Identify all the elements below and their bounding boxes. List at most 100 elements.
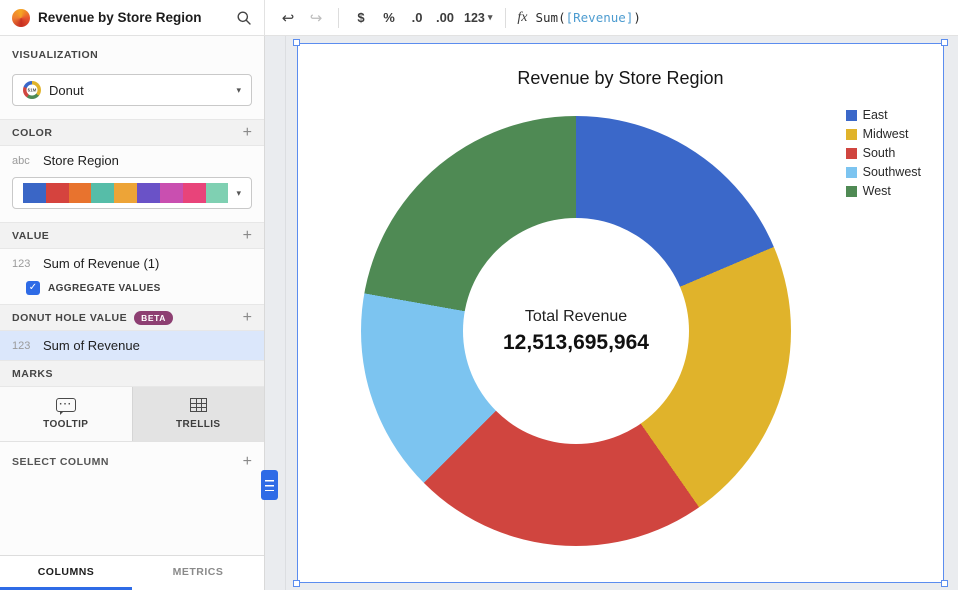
chart-legend: East Midwest South Southwest West — [846, 108, 921, 203]
legend-label: South — [863, 146, 896, 160]
marks-tabs: ··· TOOLTIP TRELLIS — [0, 387, 264, 442]
legend-item[interactable]: East — [846, 108, 921, 122]
formatting-toolbar: ↩ ↪ $ % .0 .00 123 ▾ fx Sum([Revenue]) — [265, 0, 958, 35]
legend-item[interactable]: Southwest — [846, 165, 921, 179]
donut-center-label: Total Revenue — [525, 308, 627, 326]
beta-badge: BETA — [134, 311, 173, 325]
number-type-icon: 123 — [12, 340, 34, 352]
palette-swatch — [46, 183, 69, 203]
aggregate-values-row[interactable]: ✓ AGGREGATE VALUES — [0, 278, 264, 304]
currency-format-button[interactable]: $ — [348, 5, 374, 31]
donut-center-value: 12,513,695,964 — [503, 331, 649, 355]
marks-section-header: MARKS — [0, 360, 264, 387]
redo-button[interactable]: ↪ — [303, 5, 329, 31]
legend-swatch — [846, 186, 857, 197]
tab-tooltip[interactable]: ··· TOOLTIP — [0, 387, 132, 441]
legend-item[interactable]: Midwest — [846, 127, 921, 141]
chart-title: Revenue by Store Region — [298, 68, 943, 89]
text-type-icon: abc — [12, 155, 34, 167]
legend-swatch — [846, 167, 857, 178]
legend-label: West — [863, 184, 891, 198]
select-column-label: SELECT COLUMN — [12, 456, 109, 468]
undo-button[interactable]: ↩ — [275, 5, 301, 31]
canvas-gutter-line — [285, 36, 286, 590]
grip-lines-icon — [265, 480, 274, 491]
workbook-canvas: Revenue by Store Region East Midwest South… — [265, 36, 958, 590]
percent-format-button[interactable]: % — [376, 5, 402, 31]
toolbar-divider — [505, 8, 506, 28]
palette-swatch — [137, 183, 160, 203]
add-value-button[interactable]: + — [243, 228, 252, 244]
palette-swatch — [23, 183, 46, 203]
workbook-title: Revenue by Store Region — [38, 10, 228, 25]
tab-trellis[interactable]: TRELLIS — [132, 387, 265, 441]
topbar: Revenue by Store Region ↩ ↪ $ % .0 .00 1… — [0, 0, 958, 36]
aggregate-values-label: AGGREGATE VALUES — [48, 283, 161, 294]
add-color-button[interactable]: + — [243, 125, 252, 141]
selection-handle-bottom-right[interactable] — [941, 580, 948, 587]
number-type-icon: 123 — [12, 258, 34, 270]
number-format-dropdown[interactable]: 123 ▾ — [460, 5, 496, 31]
tab-metrics[interactable]: METRICS — [132, 556, 264, 590]
panel-bottom-tabs: COLUMNS METRICS — [0, 555, 264, 590]
number-format-label: 123 — [464, 11, 485, 25]
color-field-name: Store Region — [43, 153, 119, 168]
chevron-down-icon: ▾ — [236, 85, 241, 96]
value-section-label: VALUE — [12, 230, 49, 242]
palette-swatch — [183, 183, 206, 203]
formula-prefix: Sum( — [536, 10, 566, 25]
visualization-type-dropdown[interactable]: $1M Donut ▾ — [12, 74, 252, 106]
palette-swatch — [114, 183, 137, 203]
donut-hole-section-header: DONUT HOLE VALUE BETA + — [0, 304, 264, 331]
donut-hole-field-row[interactable]: 123 Sum of Revenue — [0, 331, 264, 360]
decrease-decimal-button[interactable]: .0 — [404, 5, 430, 31]
tooltip-bubble-icon: ··· — [56, 398, 76, 412]
panel-resize-handle[interactable] — [261, 470, 278, 500]
workbook-header: Revenue by Store Region — [0, 0, 265, 35]
formula-suffix: ) — [633, 10, 641, 25]
legend-label: East — [863, 108, 888, 122]
legend-label: Midwest — [863, 127, 909, 141]
palette-swatch — [160, 183, 183, 203]
formula-bar[interactable]: Sum([Revenue]) — [536, 10, 949, 25]
donut-hole: Total Revenue 12,513,695,964 — [463, 218, 689, 444]
value-field-name: Sum of Revenue (1) — [43, 256, 159, 271]
aggregate-values-checkbox[interactable]: ✓ — [26, 281, 40, 295]
formula-fx-icon: fx — [515, 10, 533, 26]
tooltip-tab-label: TOOLTIP — [43, 419, 88, 430]
visualization-selected-value: Donut — [49, 83, 84, 98]
donut-chart[interactable]: Total Revenue 12,513,695,964 — [361, 116, 791, 546]
selection-handle-top-right[interactable] — [941, 39, 948, 46]
visualization-section-label: VISUALIZATION — [0, 36, 264, 68]
app-logo-icon[interactable] — [12, 9, 30, 27]
palette-swatch — [206, 183, 229, 203]
select-column-row[interactable]: SELECT COLUMN + — [0, 442, 264, 482]
selection-handle-bottom-left[interactable] — [293, 580, 300, 587]
palette-swatch — [69, 183, 92, 203]
value-field-row[interactable]: 123 Sum of Revenue (1) — [0, 249, 264, 278]
add-column-button[interactable]: + — [243, 454, 252, 470]
color-palette-dropdown[interactable]: ▾ — [12, 177, 252, 209]
selection-handle-top-left[interactable] — [293, 39, 300, 46]
increase-decimal-button[interactable]: .00 — [432, 5, 458, 31]
legend-item[interactable]: South — [846, 146, 921, 160]
search-icon[interactable] — [236, 10, 252, 26]
donut-hole-section-label: DONUT HOLE VALUE — [12, 312, 127, 324]
chart-element[interactable]: Revenue by Store Region East Midwest South… — [297, 43, 944, 583]
element-config-panel: VISUALIZATION $1M Donut ▾ COLOR + abc St… — [0, 36, 265, 590]
value-section-header: VALUE + — [0, 222, 264, 249]
color-field-row[interactable]: abc Store Region — [0, 146, 264, 175]
add-donut-hole-value-button[interactable]: + — [243, 310, 252, 326]
marks-section-label: MARKS — [12, 368, 53, 380]
chevron-down-icon: ▾ — [488, 12, 493, 23]
chevron-down-icon: ▾ — [236, 188, 241, 199]
color-palette-strip — [23, 183, 228, 203]
legend-label: Southwest — [863, 165, 921, 179]
toolbar-divider — [338, 8, 339, 28]
legend-swatch — [846, 129, 857, 140]
donut-viz-icon: $1M — [23, 81, 41, 99]
legend-item[interactable]: West — [846, 184, 921, 198]
donut-hole-field-name: Sum of Revenue — [43, 338, 140, 353]
palette-swatch — [91, 183, 114, 203]
tab-columns[interactable]: COLUMNS — [0, 556, 132, 590]
